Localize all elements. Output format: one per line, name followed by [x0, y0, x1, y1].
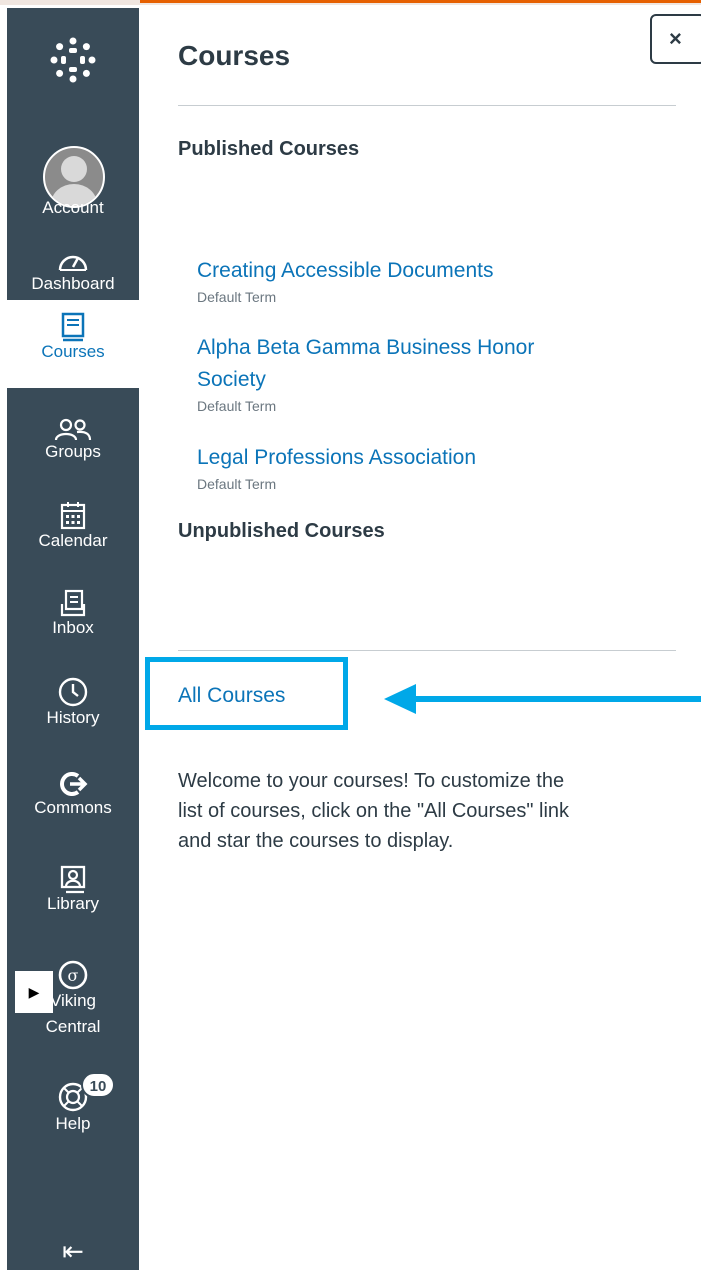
nav-help[interactable]: Help: [7, 1080, 139, 1134]
title-divider: [178, 105, 676, 106]
nav-inbox-label: Inbox: [52, 618, 94, 637]
all-courses-link[interactable]: All Courses: [178, 684, 285, 708]
nav-courses[interactable]: Courses: [7, 300, 139, 388]
svg-text:σ: σ: [68, 966, 79, 985]
course-item[interactable]: Creating Accessible Documents Default Te…: [197, 255, 667, 305]
nav-account[interactable]: Account: [7, 198, 139, 218]
inbox-icon: [60, 589, 86, 617]
pointer-arrow-icon: [384, 684, 701, 714]
welcome-line: list of courses, click on the "All Cours…: [178, 800, 570, 822]
course-link-line1[interactable]: Alpha Beta Gamma Business Honor: [197, 332, 667, 364]
nav-library[interactable]: Library: [7, 864, 139, 914]
course-link-line2[interactable]: Society: [197, 364, 667, 396]
nav-calendar[interactable]: Calendar: [7, 501, 139, 551]
calendar-icon: [60, 502, 86, 530]
nav-dashboard-label: Dashboard: [31, 274, 115, 293]
nav-groups[interactable]: Groups: [7, 418, 139, 462]
nav-calendar-label: Calendar: [38, 531, 108, 550]
viking-central-icon: σ: [58, 960, 88, 990]
nav-groups-label: Groups: [45, 442, 101, 461]
nav-help-label: Help: [55, 1114, 91, 1133]
course-term: Default Term: [197, 476, 277, 492]
nav-commons-label: Commons: [34, 798, 112, 817]
course-term: Default Term: [197, 289, 277, 305]
nav-dashboard[interactable]: Dashboard: [7, 248, 139, 294]
play-expand-tab[interactable]: ▶: [15, 971, 53, 1013]
top-accent-bar: [140, 0, 701, 3]
courses-book-icon: [61, 312, 85, 342]
nav-inbox[interactable]: Inbox: [7, 588, 139, 638]
welcome-line: Welcome to your courses! To customize th…: [178, 770, 565, 792]
nav-history[interactable]: History: [7, 676, 139, 728]
course-item[interactable]: Legal Professions Association Default Te…: [197, 442, 667, 492]
nav-account-label: Account: [42, 198, 104, 217]
collapse-icon: ⇤: [62, 1236, 84, 1266]
collapse-nav-button[interactable]: ⇤: [7, 1236, 139, 1267]
published-courses-heading: Published Courses: [178, 138, 360, 160]
close-icon: ×: [669, 26, 682, 51]
nav-commons[interactable]: Commons: [7, 770, 139, 818]
nav-library-label: Library: [47, 894, 99, 913]
library-icon: [60, 865, 86, 894]
groups-icon: [54, 418, 92, 441]
unpublished-courses-heading: Unpublished Courses: [178, 520, 385, 542]
nav-courses-label: Courses: [41, 342, 105, 361]
nav-viking-central-label-2: Central: [45, 1017, 101, 1036]
dashboard-icon: [58, 255, 88, 271]
canvas-logo-icon[interactable]: [49, 36, 97, 84]
nav-history-label: History: [46, 708, 100, 727]
welcome-line: and star the courses to display.: [178, 830, 454, 852]
tray-title: Courses: [178, 40, 291, 71]
course-link[interactable]: Legal Professions Association: [197, 442, 667, 474]
course-term: Default Term: [197, 398, 277, 414]
welcome-message: Welcome to your courses! To customize th…: [178, 766, 678, 856]
course-link[interactable]: Creating Accessible Documents: [197, 255, 667, 287]
close-tray-button[interactable]: ×: [650, 14, 701, 64]
history-clock-icon: [58, 677, 88, 707]
help-notification-badge: 10: [81, 1072, 115, 1098]
commons-icon: [60, 772, 88, 796]
footer-divider: [178, 650, 676, 651]
course-item[interactable]: Alpha Beta Gamma Business Honor Society …: [197, 332, 667, 414]
global-navigation: Account Dashboard Courses Groups Calenda…: [7, 8, 139, 1270]
play-triangle-icon: ▶: [28, 984, 40, 1000]
top-border: [0, 0, 701, 5]
